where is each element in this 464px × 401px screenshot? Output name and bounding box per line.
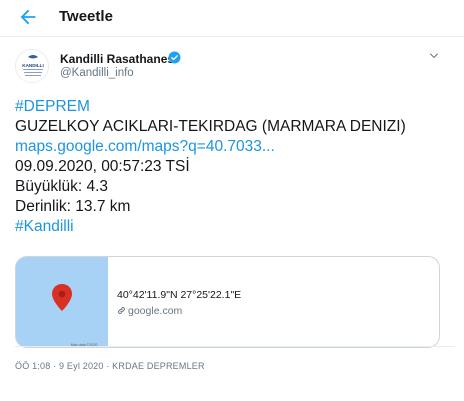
tweet-date[interactable]: 9 Eyl 2020 [59,361,104,371]
verified-badge-icon [168,51,181,64]
avatar-logo-text: KANDILLI [22,63,43,68]
divider [15,346,455,347]
tweet-time[interactable]: ÖÖ 1:08 [15,361,50,371]
meta-separator: · [50,361,60,371]
depth-text: Derinlik: 13.7 km [15,198,131,215]
map-link[interactable]: maps.google.com/maps?q=40.7033... [15,137,455,157]
tweet-text: #DEPREM GUZELKOY ACIKLARI-TEKIRDAG (MARM… [15,97,455,237]
page-title: Tweetle [59,8,113,25]
datetime-text: 09.09.2020, 00:57:23 TSİ [15,158,190,175]
author-name[interactable]: Kandilli Rasathanesi [60,52,177,66]
location-text: GUZELKOY ACIKLARI-TEKIRDAG (MARMARA DENI… [15,118,406,135]
top-bar: Tweetle [0,0,464,37]
card-domain-text: google.com [128,305,183,317]
hashtag-deprem-link[interactable]: #DEPREM [15,97,455,117]
chevron-down-icon[interactable] [428,50,440,62]
link-icon [117,306,126,315]
tweet-meta: ÖÖ 1:08 · 9 Eyl 2020 · KRDAE DEPREMLER [15,361,205,371]
avatar[interactable]: KANDILLI [15,49,49,83]
meta-separator: · [103,361,113,371]
link-card[interactable]: Map data ©2020 40°42'11.9"N 27°25'22.1"E… [15,256,440,348]
arrow-left-icon[interactable] [17,6,39,28]
card-domain: google.com [117,305,182,317]
author-handle[interactable]: @Kandilli_info [60,67,134,79]
hashtag-kandilli-link[interactable]: #Kandilli [15,217,455,237]
map-thumbnail: Map data ©2020 [16,257,108,347]
card-coordinates: 40°42'11.9"N 27°25'22.1"E [117,289,242,301]
tweet-client[interactable]: KRDAE DEPREMLER [112,361,205,371]
magnitude-text: Büyüklük: 4.3 [15,178,109,195]
